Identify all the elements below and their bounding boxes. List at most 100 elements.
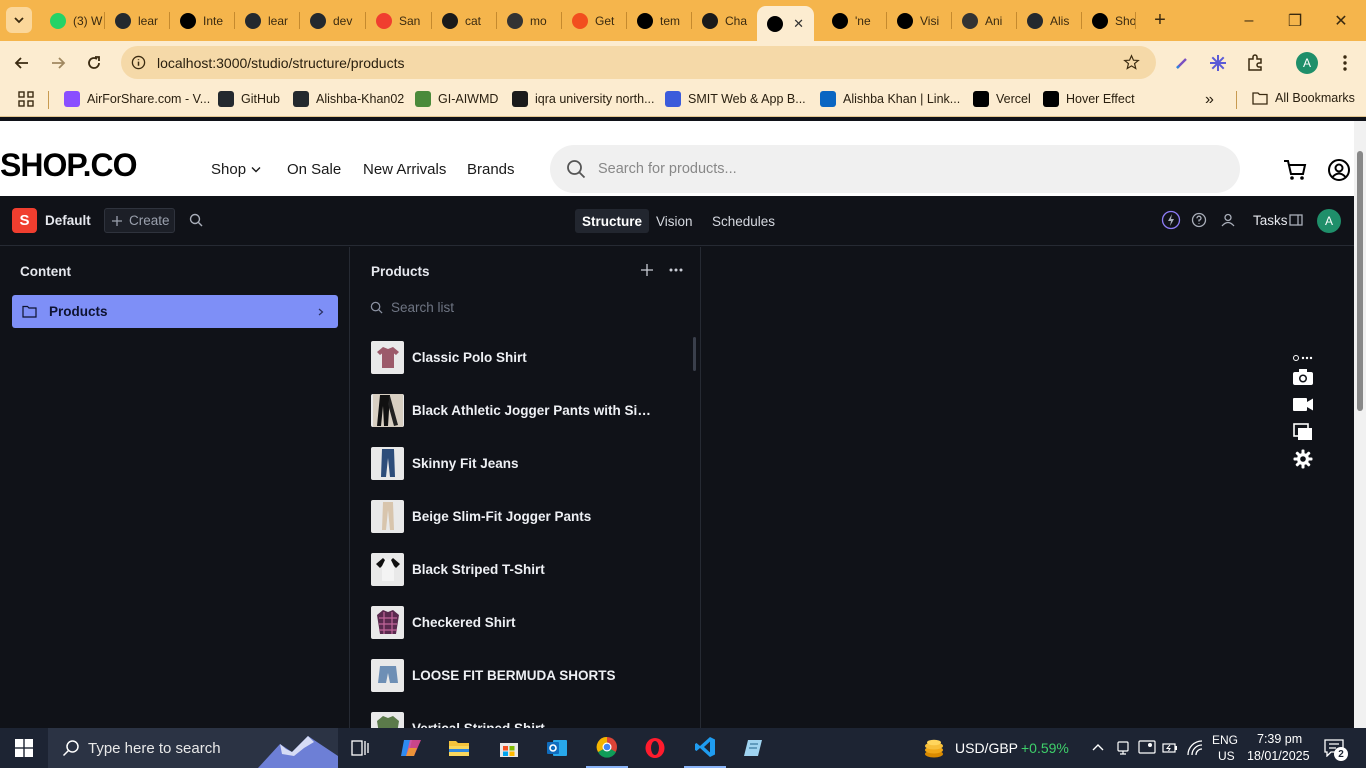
bookmark-item[interactable]: iqra university north... [512, 91, 655, 107]
minimize-button[interactable]: – [1226, 0, 1272, 41]
outlook-taskbar-button[interactable] [536, 728, 578, 768]
page-scrollbar[interactable] [1354, 121, 1366, 728]
chevron-up-icon[interactable] [1092, 743, 1104, 751]
browser-tab[interactable]: mo [497, 0, 562, 41]
browser-tab[interactable]: lear [235, 0, 300, 41]
more-bookmarks-button[interactable]: » [1205, 91, 1214, 109]
close-window-button[interactable]: ✕ [1318, 0, 1364, 41]
workspace-name[interactable]: Default [45, 213, 91, 228]
screen-record-tray-icon[interactable] [1138, 739, 1156, 756]
browser-tab[interactable]: Sho [1082, 0, 1136, 41]
tab-search-button[interactable] [6, 7, 32, 33]
browser-tab[interactable]: (3) W [40, 0, 105, 41]
shop-logo[interactable]: SHOP.CO [0, 147, 137, 184]
bookmark-item[interactable]: GI-AIWMD [415, 91, 498, 107]
document-list-item[interactable]: Black Striped T-Shirt [371, 550, 681, 588]
bookmark-star-icon[interactable] [1123, 54, 1140, 71]
opera-taskbar-button[interactable] [634, 728, 676, 768]
bookmark-item[interactable]: GitHub [218, 91, 280, 107]
help-button[interactable] [1189, 210, 1209, 230]
scrollbar-thumb[interactable] [1357, 151, 1363, 411]
nav-new-arrivals[interactable]: New Arrivals [363, 161, 446, 178]
nav-brands[interactable]: Brands [467, 161, 515, 178]
coins-icon[interactable] [922, 737, 946, 759]
recorder-handle-icon[interactable] [1293, 354, 1313, 362]
nav-on-sale[interactable]: On Sale [287, 161, 341, 178]
bookmark-item[interactable]: Alishba-Khan02 [293, 91, 404, 107]
browser-tab[interactable]: tem [627, 0, 692, 41]
plus-icon[interactable] [640, 263, 654, 277]
cart-icon[interactable] [1283, 159, 1307, 181]
document-list-item[interactable]: Black Athletic Jogger Pants with Side S.… [371, 391, 681, 429]
browser-menu-button[interactable] [1333, 51, 1357, 75]
store-taskbar-button[interactable] [488, 728, 530, 768]
list-search-input[interactable]: Search list [391, 300, 454, 315]
back-button[interactable] [10, 51, 34, 75]
browser-tab[interactable]: dev [300, 0, 366, 41]
clock-date[interactable]: 18/01/2025 [1247, 749, 1310, 763]
clock-time[interactable]: 7:39 pm [1257, 732, 1302, 746]
browser-tab[interactable]: Alis [1017, 0, 1082, 41]
create-button[interactable]: Create [104, 208, 175, 233]
document-list-item[interactable]: LOOSE FIT BERMUDA SHORTS [371, 656, 681, 694]
document-list-item[interactable]: Beige Slim-Fit Jogger Pants [371, 497, 681, 535]
studio-search-button[interactable] [186, 210, 206, 230]
tab-vision[interactable]: Vision [649, 209, 700, 233]
extension-button[interactable] [1206, 51, 1230, 75]
address-bar[interactable]: localhost:3000/studio/structure/products [121, 46, 1156, 79]
browser-tab[interactable]: lear [105, 0, 170, 41]
nav-shop[interactable]: Shop [211, 161, 261, 178]
file-explorer-taskbar-button[interactable] [438, 728, 480, 768]
bookmark-item[interactable]: Hover Effect [1043, 91, 1135, 107]
tab-schedules[interactable]: Schedules [705, 209, 782, 233]
windows-icon[interactable] [1293, 423, 1313, 441]
presence-button[interactable] [1218, 210, 1238, 230]
bookmark-item[interactable]: Alishba Khan | Link... [820, 91, 960, 107]
close-tab-icon[interactable]: ✕ [793, 16, 804, 32]
extensions-button[interactable] [1243, 51, 1267, 75]
browser-tab[interactable]: San [366, 0, 432, 41]
document-list-item[interactable]: Vertical Striped Shirt [371, 709, 681, 728]
restore-button[interactable]: ❐ [1272, 0, 1318, 41]
camera-icon[interactable] [1292, 368, 1314, 386]
more-options-icon[interactable] [669, 268, 683, 272]
chrome-taskbar-button[interactable] [586, 728, 628, 768]
app-taskbar-button[interactable] [732, 728, 774, 768]
content-item-products[interactable]: Products [12, 295, 338, 328]
browser-tab[interactable]: 'ne [822, 0, 887, 41]
browser-tab[interactable]: cat [432, 0, 497, 41]
browser-tab[interactable]: Inte [170, 0, 235, 41]
browser-tab[interactable]: Ani [952, 0, 1017, 41]
language-code[interactable]: ENG [1212, 733, 1238, 747]
document-list-item[interactable]: Classic Polo Shirt [371, 338, 681, 376]
new-tab-button[interactable]: + [1137, 0, 1183, 41]
wifi-icon[interactable] [1187, 740, 1204, 756]
reload-button[interactable] [82, 51, 106, 75]
browser-tab[interactable]: Cha [692, 0, 757, 41]
user-account-icon[interactable] [1327, 158, 1351, 182]
sanity-logo-icon[interactable]: S [12, 208, 37, 233]
tab-structure[interactable]: Structure [575, 209, 650, 233]
settings-gear-icon[interactable] [1293, 449, 1313, 469]
browser-tab[interactable]: Get [562, 0, 627, 41]
list-scrollbar[interactable] [693, 337, 696, 371]
currency-pair[interactable]: USD/GBP [955, 740, 1018, 756]
forward-button[interactable] [46, 51, 70, 75]
taskbar-search-box[interactable]: Type here to search [48, 728, 338, 768]
all-bookmarks-button[interactable]: All Bookmarks [1252, 91, 1355, 105]
vscode-taskbar-button[interactable] [684, 728, 726, 768]
studio-user-avatar[interactable]: A [1317, 209, 1341, 233]
video-camera-icon[interactable] [1292, 397, 1314, 412]
bookmark-item[interactable]: SMIT Web & App B... [665, 91, 806, 107]
battery-charging-icon[interactable] [1162, 740, 1178, 756]
document-list-item[interactable]: Checkered Shirt [371, 603, 681, 641]
bookmark-item[interactable]: Vercel [973, 91, 1031, 107]
ai-assist-button[interactable] [1161, 210, 1181, 230]
apps-button[interactable] [18, 91, 34, 107]
browser-tab[interactable]: Visi [887, 0, 952, 41]
profile-avatar[interactable]: A [1296, 52, 1318, 74]
pen-extension-button[interactable] [1170, 51, 1194, 75]
meet-now-icon[interactable] [1116, 740, 1130, 756]
browser-tab[interactable]: ✕ [757, 6, 814, 41]
tasks-label[interactable]: Tasks [1253, 213, 1288, 228]
